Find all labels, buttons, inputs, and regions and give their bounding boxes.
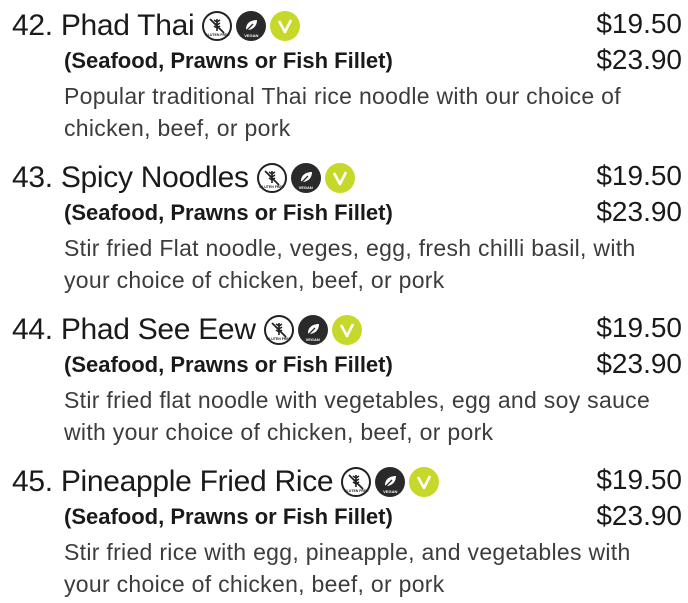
dietary-badges: GLUTEN FREE VEGAN: [202, 11, 301, 41]
item-title-row: 43. Spicy Noodles GLUTEN FREE VEGAN: [12, 158, 355, 198]
vegetarian-icon: [409, 467, 440, 497]
price-regular: $19.50: [596, 464, 682, 495]
vegetarian-icon: [324, 163, 355, 193]
vegan-icon: VEGAN: [297, 315, 328, 345]
item-title-row: 44. Phad See Eew GLUTEN FREE VEGAN: [12, 310, 362, 350]
vegan-badge-text: VEGAN: [383, 489, 398, 494]
gluten-free-icon: GLUTEN FREE: [256, 163, 287, 193]
vegan-icon: VEGAN: [375, 467, 406, 497]
item-title-row: 45. Pineapple Fried Rice GLUTEN FREE VEG…: [12, 462, 440, 502]
price-seafood: $23.90: [596, 348, 682, 379]
gluten-free-badge-text: GLUTEN FREE: [266, 336, 292, 341]
seafood-option-label: (Seafood, Prawns or Fish Fillet): [64, 504, 393, 529]
item-name: Spicy Noodles: [60, 161, 249, 194]
gluten-free-icon: GLUTEN FREE: [263, 315, 294, 345]
seafood-option-label: (Seafood, Prawns or Fish Fillet): [64, 200, 393, 225]
seafood-option-label: (Seafood, Prawns or Fish Fillet): [64, 352, 393, 377]
gluten-free-icon: GLUTEN FREE: [202, 11, 233, 41]
item-name: Phad Thai: [60, 9, 195, 42]
item-name: Phad See Eew: [60, 313, 256, 346]
dietary-badges: GLUTEN FREE VEGAN: [256, 163, 355, 193]
vegan-badge-text: VEGAN: [298, 185, 313, 190]
item-number: 42.: [12, 9, 53, 42]
price-seafood: $23.90: [596, 500, 682, 531]
dietary-badges: GLUTEN FREE VEGAN: [341, 467, 440, 497]
item-description: Stir fried Flat noodle, veges, egg, fres…: [64, 235, 636, 293]
seafood-option-label: (Seafood, Prawns or Fish Fillet): [64, 48, 393, 73]
gluten-free-badge-text: GLUTEN FREE: [204, 32, 230, 37]
item-number: 44.: [12, 313, 53, 346]
price-seafood: $23.90: [596, 196, 682, 227]
price-regular: $19.50: [596, 160, 682, 191]
gluten-free-badge-text: GLUTEN FREE: [343, 488, 369, 493]
vegetarian-icon: [270, 11, 301, 41]
item-number: 43.: [12, 161, 53, 194]
item-number: 45.: [12, 465, 53, 498]
dietary-badges: GLUTEN FREE VEGAN: [263, 315, 362, 345]
gluten-free-badge-text: GLUTEN FREE: [259, 184, 285, 189]
vegan-icon: VEGAN: [236, 11, 267, 41]
item-description: Stir fried flat noodle with vegetables, …: [64, 387, 651, 445]
vegan-icon: VEGAN: [290, 163, 321, 193]
item-title-row: 42. Phad Thai GLUTEN FREE VEGAN: [12, 6, 301, 46]
price-regular: $19.50: [596, 8, 682, 39]
price-regular: $19.50: [596, 312, 682, 343]
item-name: Pineapple Fried Rice: [60, 465, 334, 498]
vegetarian-icon: [331, 315, 362, 345]
item-description: Popular traditional Thai rice noodle wit…: [64, 83, 621, 141]
vegan-badge-text: VEGAN: [244, 33, 259, 38]
gluten-free-icon: GLUTEN FREE: [341, 467, 372, 497]
price-seafood: $23.90: [596, 44, 682, 75]
vegan-badge-text: VEGAN: [305, 337, 320, 342]
item-description: Stir fried rice with egg, pineapple, and…: [64, 539, 631, 597]
